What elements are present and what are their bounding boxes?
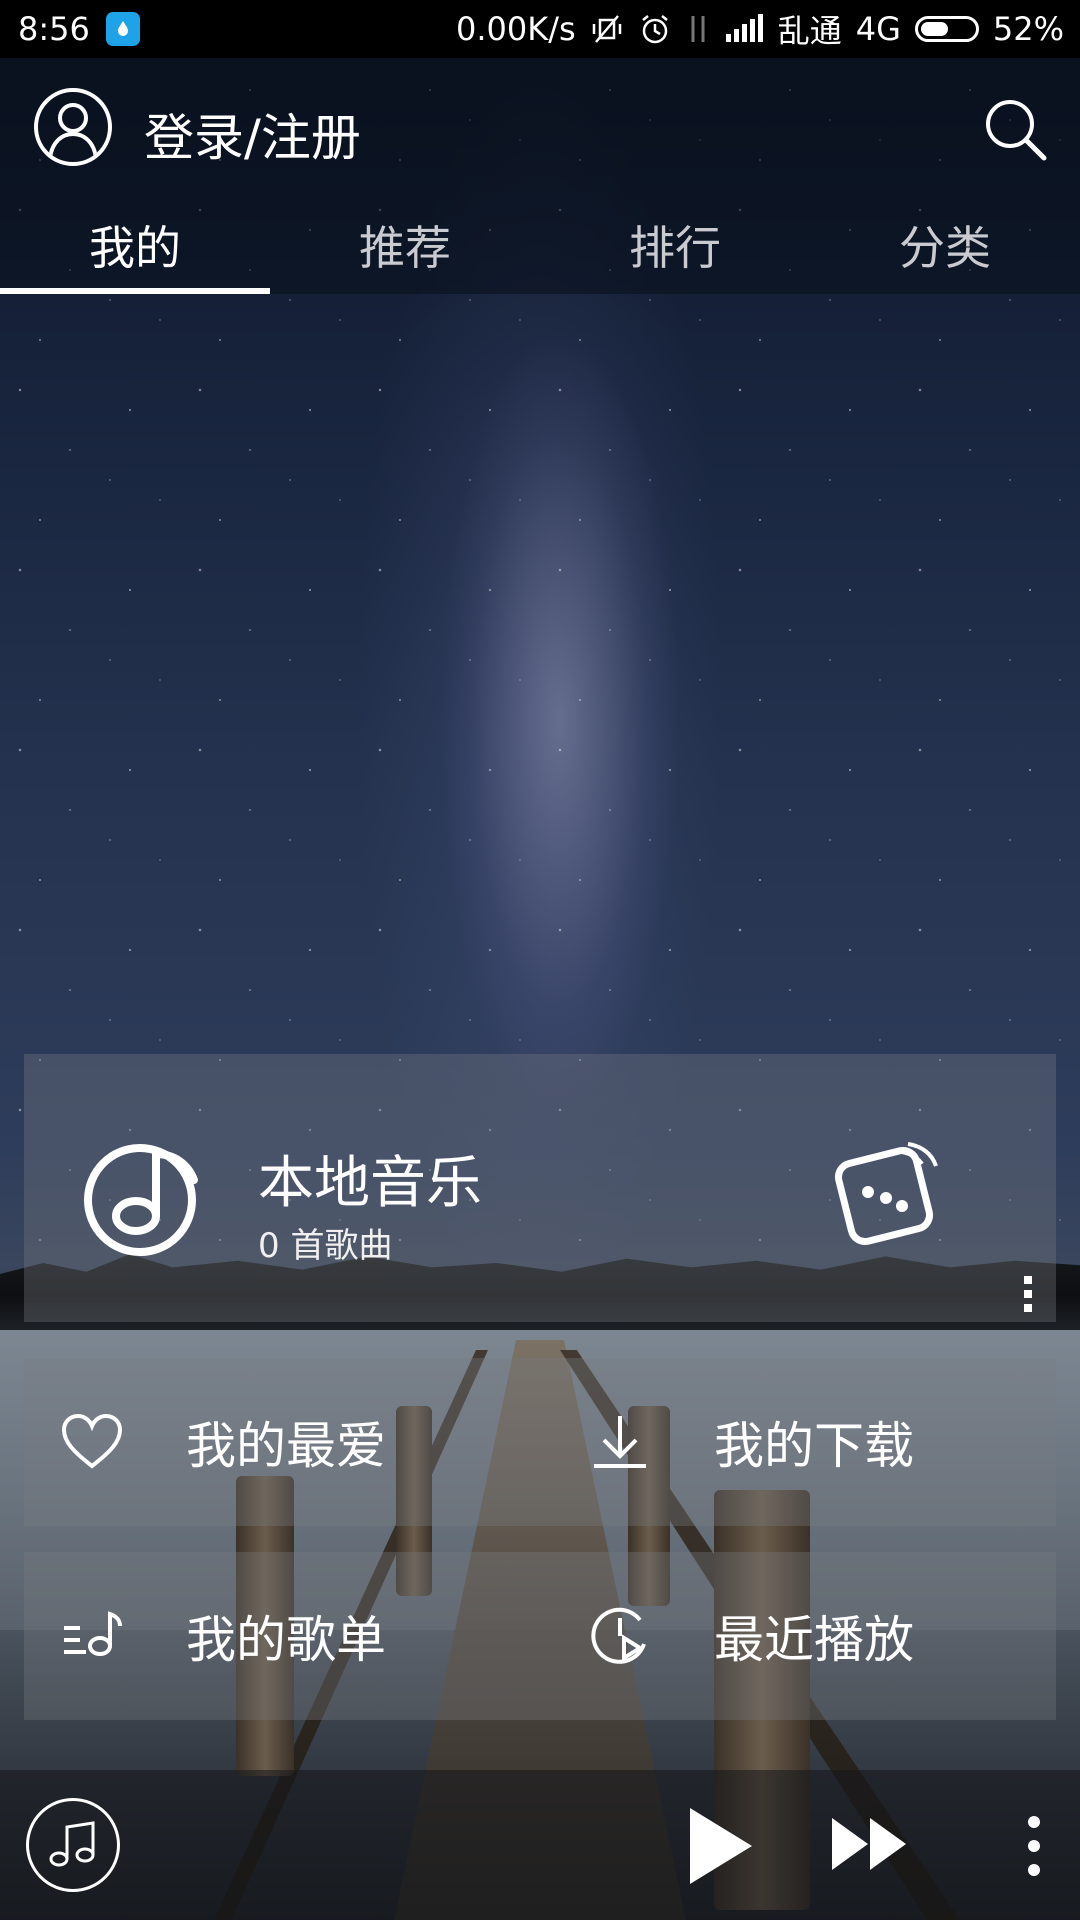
local-music-count: 0 首歌曲 [258, 1226, 393, 1266]
more-vertical-icon[interactable] [1026, 1814, 1042, 1878]
recent-button[interactable]: 最近播放 [588, 1552, 914, 1720]
network-speed: 0.00K/s [456, 10, 576, 48]
favorites-button[interactable]: 我的最爱 [60, 1358, 386, 1526]
signal-icon [725, 14, 763, 42]
vibrate-off-icon [592, 15, 621, 43]
shortcut-row-1: 我的最爱 我的下载 [24, 1358, 1056, 1526]
playlist-icon [60, 1604, 124, 1668]
carrier-name: 乱通 [777, 12, 842, 50]
shortcut-row-2: 我的歌单 最近播放 [24, 1552, 1056, 1720]
fast-forward-icon[interactable] [830, 1814, 910, 1874]
playlists-button[interactable]: 我的歌单 [60, 1552, 386, 1720]
heart-icon [60, 1410, 124, 1474]
dice-icon[interactable] [832, 1134, 944, 1246]
status-time: 8:56 [18, 10, 90, 48]
local-music-title: 本地音乐 [258, 1151, 482, 1216]
data-transfer-icon [691, 16, 705, 42]
notification-app-icon [105, 12, 140, 46]
favorites-label: 我的最爱 [186, 1417, 386, 1475]
search-icon[interactable] [980, 94, 1050, 164]
screen: 8:56 0.00K/s 乱通 4G 52% 登录/注册 我的 推荐 排行 分类… [0, 0, 1080, 1920]
downloads-label: 我的下载 [714, 1417, 914, 1475]
local-music-card[interactable]: 本地音乐 0 首歌曲 [24, 1054, 1056, 1322]
download-icon [588, 1410, 652, 1474]
status-bar: 8:56 0.00K/s 乱通 4G 52% [0, 0, 1080, 58]
tab-bar: 我的 推荐 排行 分类 [0, 196, 1080, 294]
play-icon[interactable] [686, 1806, 756, 1886]
tab-category[interactable]: 分类 [810, 196, 1080, 294]
tab-ranking[interactable]: 排行 [540, 196, 810, 294]
playlists-label: 我的歌单 [186, 1611, 386, 1669]
now-playing-cover[interactable] [26, 1798, 120, 1892]
music-note-icon [84, 1134, 208, 1258]
battery-level [920, 22, 948, 36]
recent-label: 最近播放 [714, 1611, 914, 1669]
alarm-icon [641, 15, 668, 44]
more-vertical-icon[interactable] [1020, 1274, 1036, 1314]
network-type: 4G [855, 10, 901, 48]
tab-mine[interactable]: 我的 [0, 196, 270, 294]
tab-recommend[interactable]: 推荐 [270, 196, 540, 294]
app-header: 登录/注册 我的 推荐 排行 分类 [0, 58, 1080, 294]
battery-icon [914, 16, 979, 42]
login-register-link[interactable]: 登录/注册 [144, 98, 361, 170]
battery-percent: 52% [992, 10, 1064, 48]
downloads-button[interactable]: 我的下载 [588, 1358, 914, 1526]
clock-play-icon [588, 1604, 652, 1668]
mini-player [0, 1770, 1080, 1920]
user-avatar-icon[interactable] [34, 88, 112, 166]
